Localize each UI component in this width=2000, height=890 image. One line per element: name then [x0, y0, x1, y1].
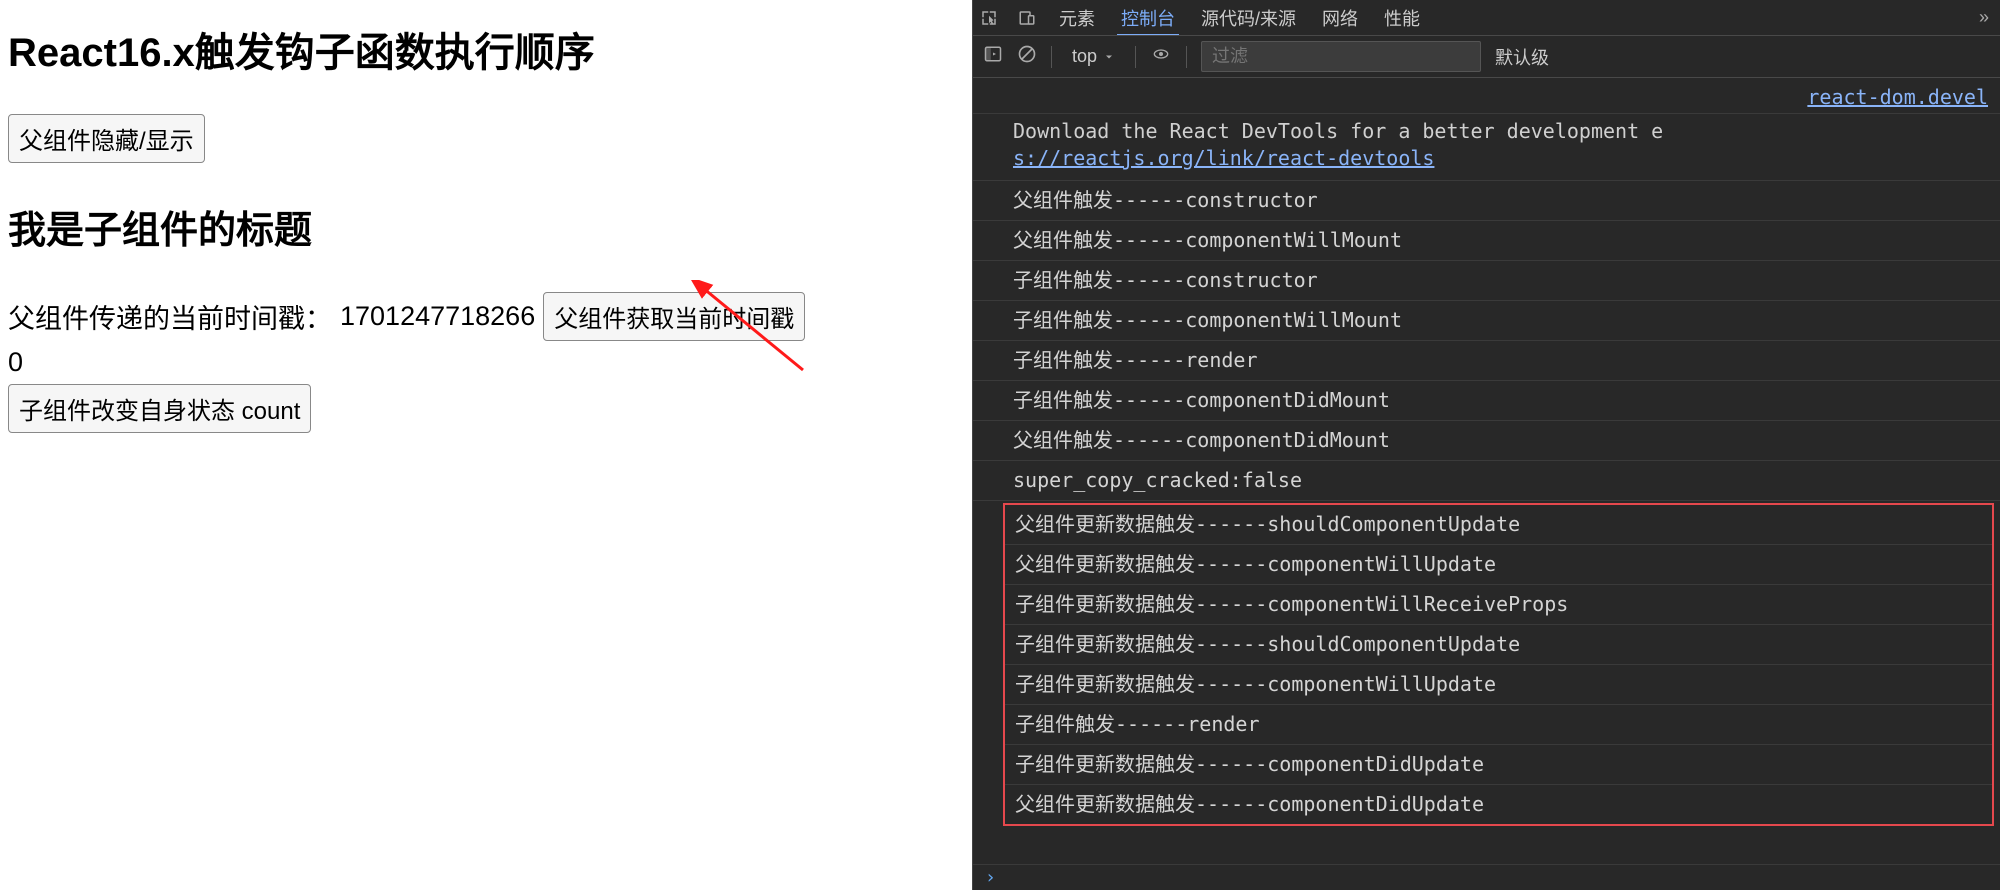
context-selector[interactable]: top	[1066, 44, 1121, 69]
log-row: 父组件触发------componentWillMount	[973, 221, 2000, 261]
tab-network[interactable]: 网络	[1318, 0, 1362, 36]
log-row: 父组件触发------componentDidMount	[973, 421, 2000, 461]
devtools-panel: 元素 控制台 源代码/来源 网络 性能 » top 默认级 react-dom.…	[972, 0, 2000, 890]
hint-text: Download the React DevTools for a better…	[1013, 119, 1663, 143]
toggle-parent-button[interactable]: 父组件隐藏/显示	[8, 114, 205, 163]
clear-console-icon[interactable]	[1017, 44, 1037, 69]
sidebar-toggle-icon[interactable]	[983, 45, 1003, 68]
context-label: top	[1072, 46, 1097, 67]
log-row: 子组件触发------componentWillMount	[973, 301, 2000, 341]
log-row: 父组件触发------constructor	[973, 181, 2000, 221]
tab-console[interactable]: 控制台	[1117, 0, 1179, 36]
console-toolbar: top 默认级	[973, 36, 2000, 78]
divider	[1135, 46, 1136, 68]
devtools-hint: Download the React DevTools for a better…	[973, 114, 2000, 181]
log-row: 父组件更新数据触发------shouldComponentUpdate	[1005, 505, 1992, 545]
child-title: 我是子组件的标题	[8, 199, 964, 254]
console-prompt[interactable]: ›	[973, 864, 2000, 890]
log-row: 子组件更新数据触发------componentDidUpdate	[1005, 745, 1992, 785]
tab-performance[interactable]: 性能	[1380, 0, 1424, 36]
log-row: super_copy_cracked:false	[973, 461, 2000, 501]
log-row: 子组件更新数据触发------shouldComponentUpdate	[1005, 625, 1992, 665]
log-row: 子组件更新数据触发------componentWillReceiveProps	[1005, 585, 1992, 625]
log-level-selector[interactable]: 默认级	[1495, 44, 1549, 70]
get-timestamp-button[interactable]: 父组件获取当前时间戳	[543, 292, 805, 341]
log-row: 子组件触发------componentDidMount	[973, 381, 2000, 421]
divider	[1051, 46, 1052, 68]
hint-link[interactable]: s://reactjs.org/link/react-devtools	[1013, 146, 1434, 170]
log-row: 子组件触发------render	[973, 341, 2000, 381]
console-output[interactable]: react-dom.devel Download the React DevTo…	[973, 78, 2000, 864]
log-row: 子组件触发------render	[1005, 705, 1992, 745]
log-row: 父组件更新数据触发------componentDidUpdate	[1005, 785, 1992, 824]
tab-elements[interactable]: 元素	[1055, 0, 1099, 36]
count-value: 0	[8, 347, 964, 378]
inspect-icon[interactable]	[979, 8, 999, 28]
device-toolbar-icon[interactable]	[1017, 8, 1037, 28]
timestamp-value: 1701247718266	[340, 301, 535, 332]
timestamp-line: 父组件传递的当前时间戳： 1701247718266 父组件获取当前时间戳	[8, 292, 964, 341]
source-link[interactable]: react-dom.devel	[973, 78, 2000, 114]
page-title: React16.x触发钩子函数执行顺序	[8, 20, 964, 78]
timestamp-label: 父组件传递的当前时间戳：	[8, 297, 332, 336]
chevron-down-icon	[1103, 51, 1115, 63]
tab-sources[interactable]: 源代码/来源	[1197, 0, 1300, 36]
devtools-tabbar: 元素 控制台 源代码/来源 网络 性能 »	[973, 0, 2000, 36]
app-page: React16.x触发钩子函数执行顺序 父组件隐藏/显示 我是子组件的标题 父组…	[0, 0, 972, 890]
highlighted-logs: 父组件更新数据触发------shouldComponentUpdate 父组件…	[1003, 503, 1994, 826]
more-tabs-icon[interactable]: »	[1974, 8, 1994, 28]
live-expression-icon[interactable]	[1150, 46, 1172, 67]
divider	[1186, 46, 1187, 68]
log-row: 父组件更新数据触发------componentWillUpdate	[1005, 545, 1992, 585]
change-count-button[interactable]: 子组件改变自身状态 count	[8, 384, 311, 433]
filter-input[interactable]	[1201, 41, 1481, 72]
log-row: 子组件更新数据触发------componentWillUpdate	[1005, 665, 1992, 705]
log-row: 子组件触发------constructor	[973, 261, 2000, 301]
